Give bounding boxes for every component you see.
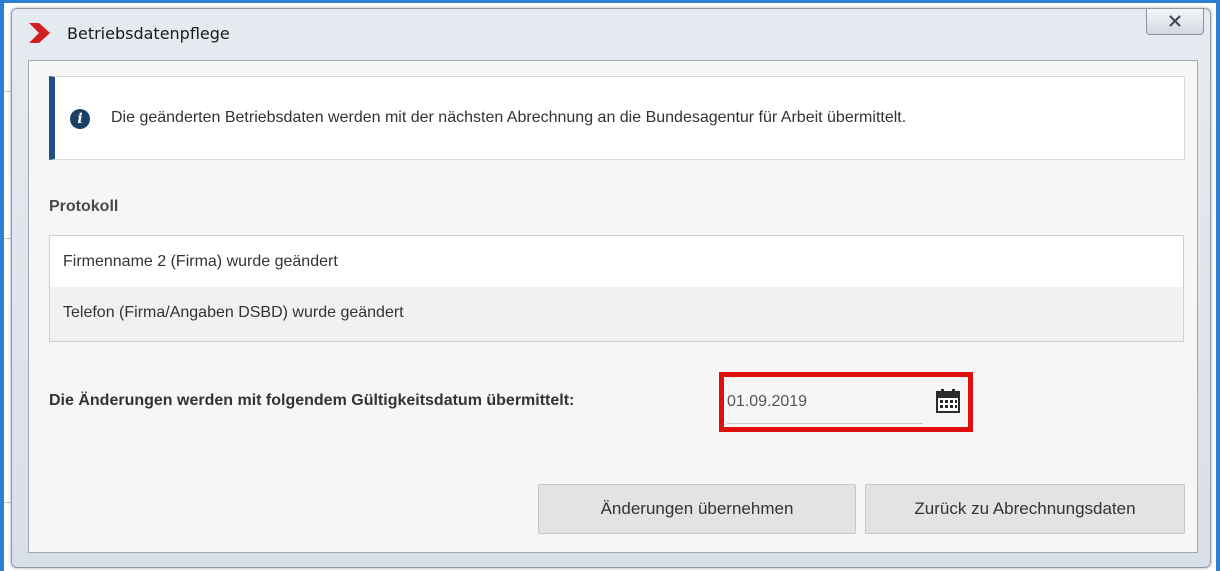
calendar-icon[interactable] <box>935 388 961 414</box>
validity-date-input[interactable]: 01.09.2019 <box>727 384 923 424</box>
validity-date-label: Die Änderungen werden mit folgendem Gült… <box>49 392 575 409</box>
protocol-entry[interactable]: Firmenname 2 (Firma) wurde geändert <box>50 236 1183 287</box>
info-message: i Die geänderten Betriebsdaten werden mi… <box>49 76 1185 160</box>
close-button[interactable] <box>1146 9 1204 35</box>
app-logo-chevron-icon <box>29 23 50 43</box>
protocol-entry[interactable]: Telefon (Firma/Angaben DSBD) wurde geänd… <box>50 287 1183 341</box>
info-text: Die geänderten Betriebsdaten werden mit … <box>111 109 907 126</box>
protocol-heading: Protokoll <box>49 198 119 215</box>
apply-changes-button[interactable]: Änderungen übernehmen <box>538 484 856 534</box>
dialog-window: Betriebsdatenpflege i Die geänderten Bet… <box>11 8 1211 568</box>
title-bar[interactable]: Betriebsdatenpflege <box>12 9 1210 57</box>
back-to-billing-data-button[interactable]: Zurück zu Abrechnungsdaten <box>865 484 1185 534</box>
protocol-list: Firmenname 2 (Firma) wurde geändert Tele… <box>49 235 1184 342</box>
close-icon <box>1169 15 1181 27</box>
info-icon: i <box>70 109 90 129</box>
dialog-content: i Die geänderten Betriebsdaten werden mi… <box>28 60 1198 553</box>
window-title: Betriebsdatenpflege <box>67 24 230 43</box>
